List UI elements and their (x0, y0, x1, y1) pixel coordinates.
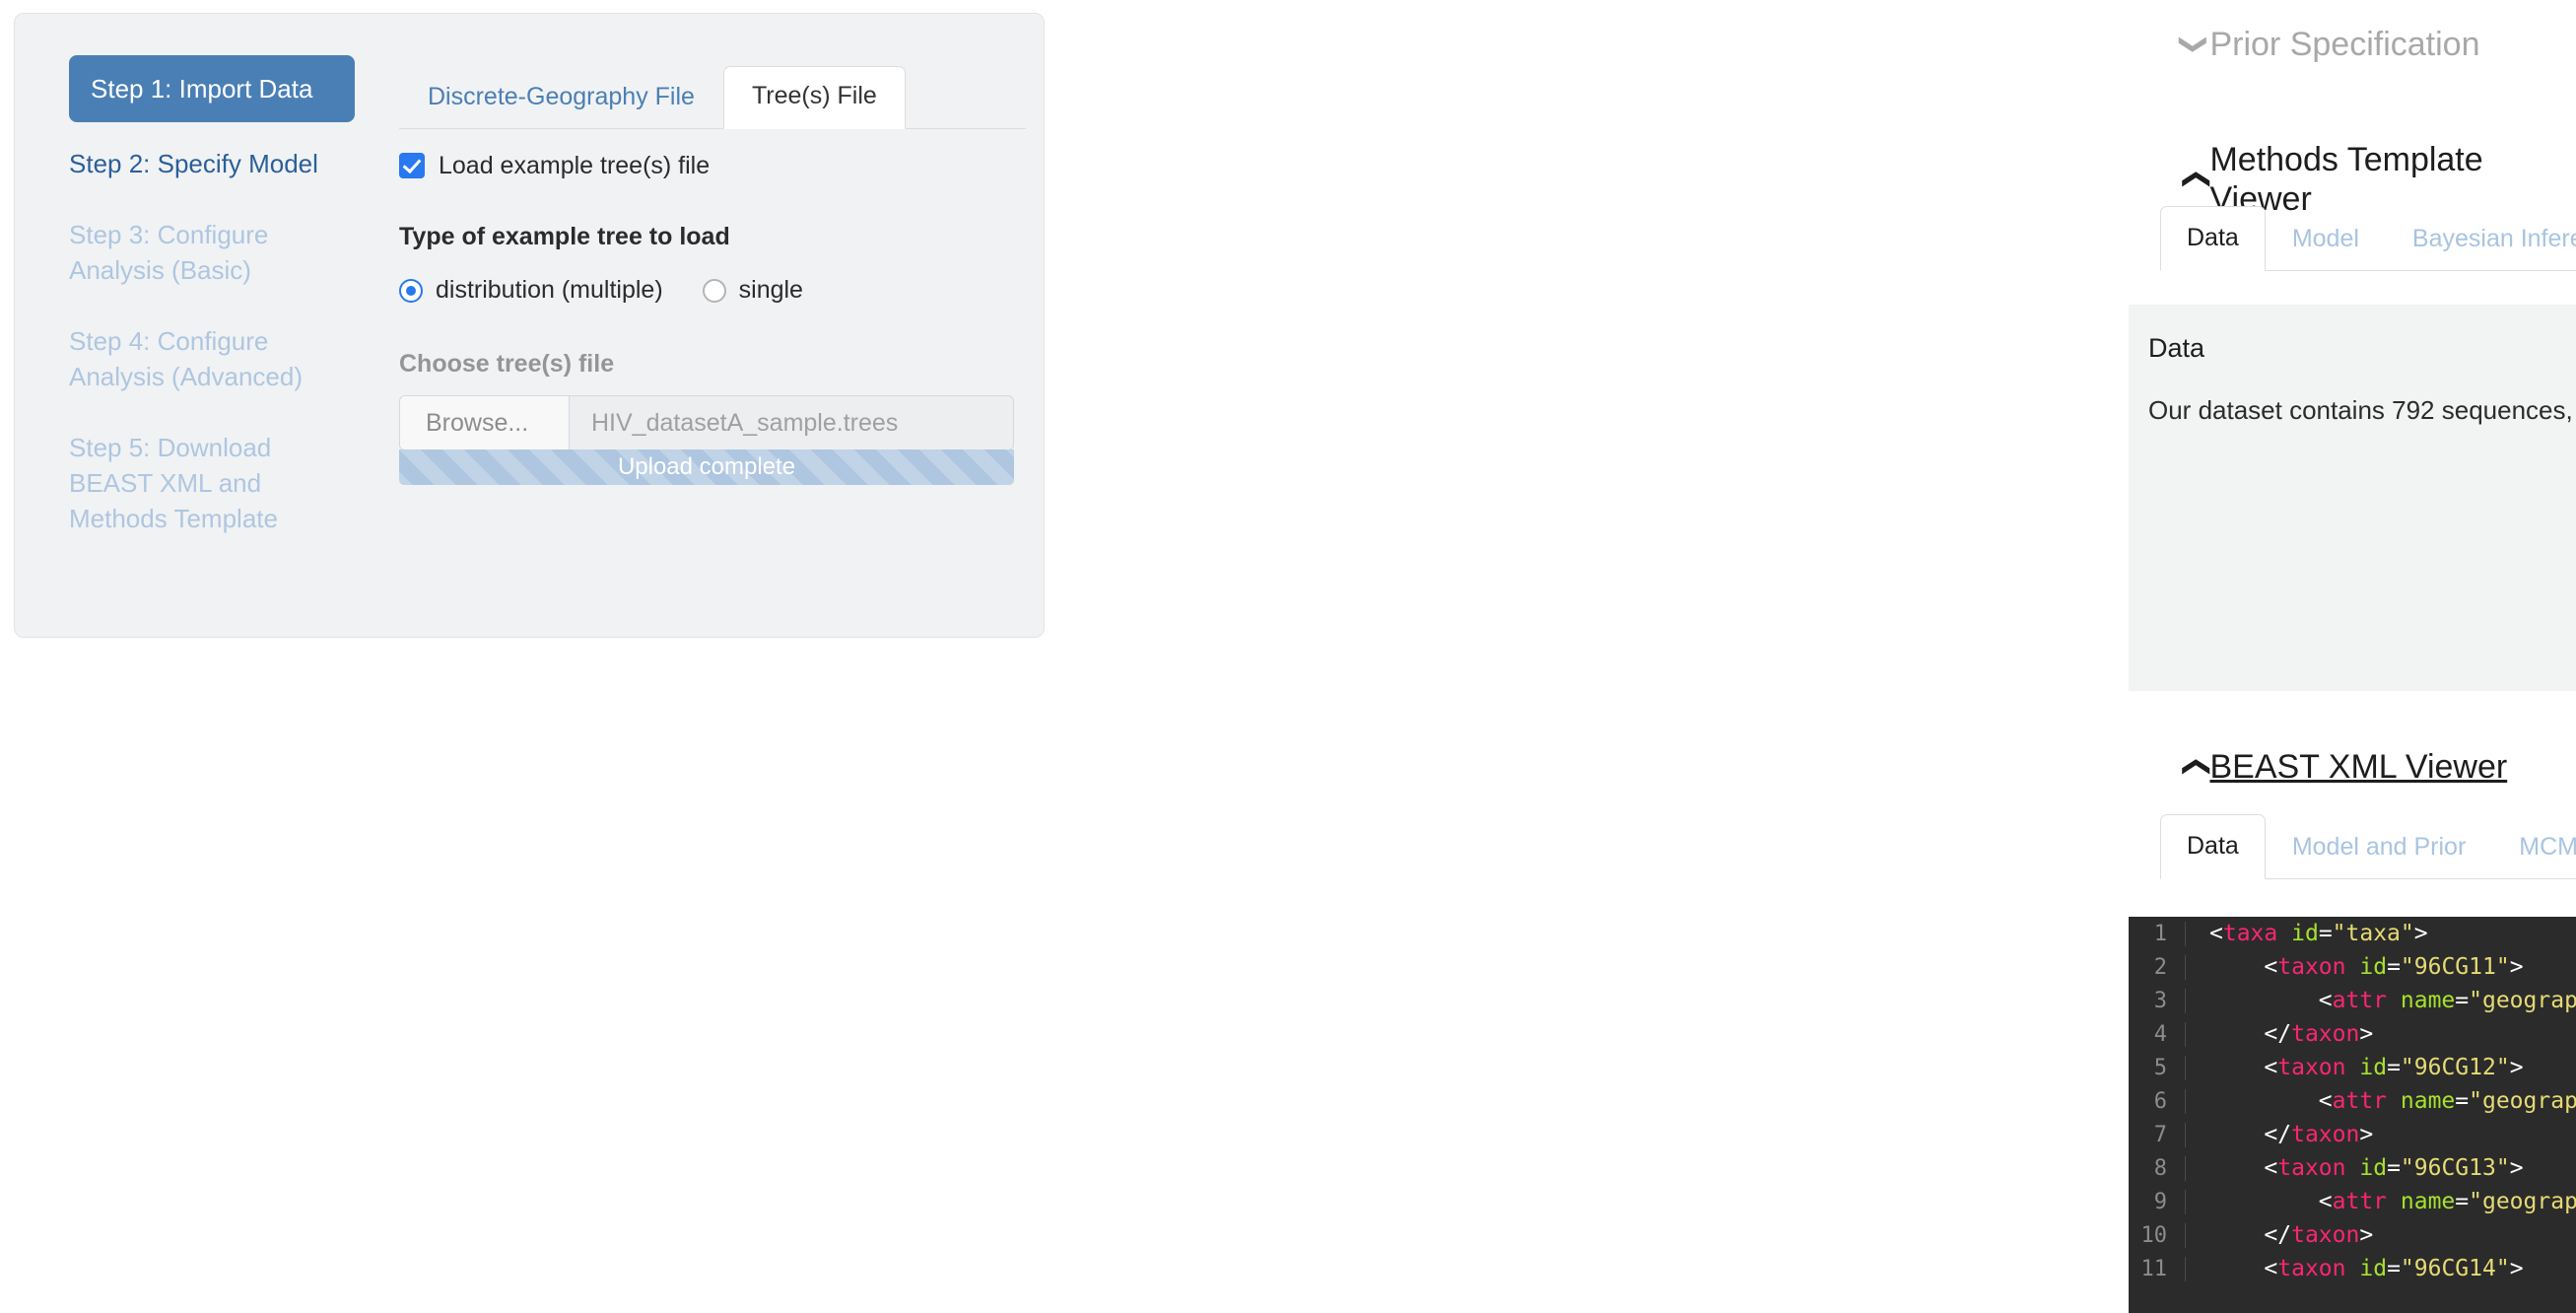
code-text: <taxon id="96CG11"> (2186, 954, 2524, 980)
import-data-card: Step 1: Import Data Step 2: Specify Model… (14, 13, 1045, 638)
code-line: 3 <attr name="geography">Brazzaville</at… (2129, 984, 2576, 1017)
wizard-tab-row: Discrete-Geography FileTree(s) File (399, 56, 1026, 129)
left-column: Step 1: Import Data Step 2: Specify Model… (0, 0, 1064, 1313)
code-line: 9 <attr name="geography">Brazzaville</at… (2129, 1185, 2576, 1218)
methods-panel-heading: Data (2148, 332, 2576, 364)
code-text: <attr name="geography">Brazzaville</attr… (2186, 1189, 2576, 1214)
code-line: 4 </taxon> (2129, 1017, 2576, 1051)
wizard-tab-0[interactable]: Discrete-Geography File (399, 67, 723, 129)
right-column: ❯ Prior Specification ❯ Methods Template… (1064, 0, 2576, 1313)
code-line: 6 <attr name="geography">Brazzaville</at… (2129, 1084, 2576, 1118)
tree-type-radio-group: distribution (multiple) single (399, 276, 1026, 305)
code-text: <taxon id="96CG14"> (2186, 1256, 2524, 1281)
radio-label-single: single (739, 276, 803, 305)
file-input-group[interactable]: Browse... HIV_datasetA_sample.trees (399, 395, 1014, 450)
line-number: 11 (2129, 1257, 2186, 1281)
line-number: 9 (2129, 1190, 2186, 1214)
xml-tab-0[interactable]: Data (2160, 814, 2266, 879)
load-example-checkbox-label: Load example tree(s) file (439, 152, 710, 179)
code-text: <taxon id="96CG12"> (2186, 1055, 2524, 1080)
radio-option-distribution[interactable]: distribution (multiple) (399, 276, 663, 305)
wizard-step-5[interactable]: Step 5: Download BEAST XML and Methods T… (69, 430, 325, 536)
methods-tab-1[interactable]: Model (2266, 207, 2386, 271)
prior-specification-header[interactable]: ❯ Prior Specification (2183, 25, 2479, 64)
xml-tab-2[interactable]: MCMC Sampling (2492, 815, 2576, 879)
xml-tab-1[interactable]: Model and Prior (2266, 815, 2492, 879)
wizard-tab-active-1[interactable]: Tree(s) File (723, 66, 906, 129)
methods-template-panel: Data Our dataset contains 792 sequences,… (2129, 305, 2576, 691)
code-line: 5 <taxon id="96CG12"> (2129, 1051, 2576, 1084)
line-number: 5 (2129, 1056, 2186, 1080)
tree-file-panel: Load example tree(s) file Type of exampl… (399, 152, 1026, 485)
beast-xml-tab-strip: DataModel and PriorMCMC SamplingProposal… (2160, 813, 2576, 879)
code-text: </taxon> (2186, 1222, 2373, 1248)
radio-unselected-icon[interactable] (703, 279, 726, 303)
chevron-up-icon: ❯ (2178, 168, 2211, 190)
xml-tab-row: DataModel and PriorMCMC SamplingProposal… (2160, 813, 2576, 879)
code-line: 11 <taxon id="96CG14"> (2129, 1252, 2576, 1285)
beast-xml-viewer-title: BEAST XML Viewer (2209, 747, 2507, 787)
tree-type-heading: Type of example tree to load (399, 223, 1026, 250)
code-line: 10 </taxon> (2129, 1218, 2576, 1252)
methods-template-tab-strip: DataModelBayesian Inference (Prior)Analy… (2160, 205, 2576, 271)
wizard-step-sidebar: Step 1: Import Data Step 2: Specify Model… (69, 55, 365, 572)
line-number: 7 (2129, 1123, 2186, 1147)
chevron-down-icon: ❯ (2178, 33, 2211, 55)
code-text: <attr name="geography">Brazzaville</attr… (2186, 1088, 2576, 1114)
code-text: <taxa id="taxa"> (2186, 921, 2428, 946)
line-number: 2 (2129, 955, 2186, 980)
choose-file-label: Choose tree(s) file (399, 350, 1026, 378)
line-number: 10 (2129, 1223, 2186, 1248)
methods-tab-0[interactable]: Data (2160, 206, 2266, 271)
beast-xml-viewer-header[interactable]: ❯ BEAST XML Viewer (2183, 747, 2507, 787)
methods-tab-2[interactable]: Bayesian Inference (Prior) (2386, 207, 2576, 271)
upload-status-label: Upload complete (618, 453, 795, 481)
wizard-step-1[interactable]: Step 1: Import Data (69, 55, 355, 122)
wizard-step-4[interactable]: Step 4: Configure Analysis (Advanced) (69, 323, 325, 394)
wizard-step-2[interactable]: Step 2: Specify Model (69, 146, 325, 181)
code-text: <taxon id="96CG13"> (2186, 1155, 2524, 1181)
line-number: 3 (2129, 989, 2186, 1013)
selected-file-name: HIV_datasetA_sample.trees (570, 396, 1013, 449)
line-number: 1 (2129, 922, 2186, 946)
wizard-step-3[interactable]: Step 3: Configure Analysis (Basic) (69, 217, 325, 288)
code-line: 1<taxa id="taxa"> (2129, 917, 2576, 950)
methods-panel-body: Our dataset contains 792 sequences, each… (2148, 393, 2576, 427)
methods-tab-row: DataModelBayesian Inference (Prior)Analy… (2160, 205, 2576, 271)
line-number: 4 (2129, 1022, 2186, 1047)
browse-button[interactable]: Browse... (400, 396, 570, 449)
checkbox-checked-icon[interactable] (399, 153, 425, 178)
code-line: 8 <taxon id="96CG13"> (2129, 1151, 2576, 1185)
code-line: 7 </taxon> (2129, 1118, 2576, 1151)
code-text: <attr name="geography">Brazzaville</attr… (2186, 988, 2576, 1013)
radio-option-single[interactable]: single (703, 276, 803, 305)
prior-specification-title: Prior Specification (2209, 25, 2479, 64)
code-text: </taxon> (2186, 1122, 2373, 1147)
line-number: 8 (2129, 1156, 2186, 1181)
upload-progress-bar: Upload complete (399, 449, 1014, 485)
radio-label-distribution: distribution (multiple) (436, 276, 663, 305)
code-line: 2 <taxon id="96CG11"> (2129, 950, 2576, 984)
radio-selected-icon[interactable] (399, 279, 423, 303)
wizard-tab-strip: Discrete-Geography FileTree(s) File (399, 56, 1026, 129)
load-example-checkbox-row[interactable]: Load example tree(s) file (399, 152, 1026, 179)
code-text: </taxon> (2186, 1021, 2373, 1047)
xml-code-viewer[interactable]: 1<taxa id="taxa">2 <taxon id="96CG11">3 … (2129, 917, 2576, 1313)
line-number: 6 (2129, 1089, 2186, 1114)
chevron-up-icon: ❯ (2178, 755, 2211, 778)
